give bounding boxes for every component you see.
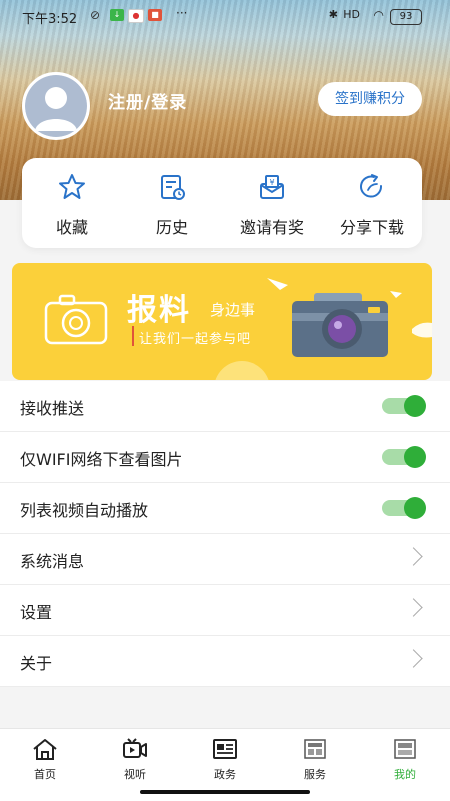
banner-slogan: 让我们一起参与吧 bbox=[139, 332, 252, 347]
banner-illustration bbox=[44, 278, 432, 380]
quick-action-label: 邀请有奖 bbox=[239, 218, 304, 237]
invite-icon: ¥ bbox=[260, 175, 284, 199]
quick-action-label: 历史 bbox=[155, 218, 188, 237]
chevron-right-icon bbox=[404, 598, 423, 617]
signal-label: HD bbox=[343, 8, 360, 21]
settings-list: 接收推送 仅WIFI网络下查看图片 列表视频自动播放 系统消息 设置 关于 bbox=[0, 381, 450, 687]
settings-row-label: 列表视频自动播放 bbox=[20, 501, 149, 520]
settings-row-push: 接收推送 bbox=[0, 381, 450, 432]
settings-row-label: 仅WIFI网络下查看图片 bbox=[20, 450, 183, 469]
mute-icon: ⊘ bbox=[89, 8, 101, 22]
status-bar: 下午3:52 ⊘ ↓ ● ■ ··· ✱ HD ◠ 93 bbox=[0, 0, 450, 32]
push-toggle[interactable] bbox=[382, 395, 426, 417]
settings-row-wifi-images: 仅WIFI网络下查看图片 bbox=[0, 432, 450, 483]
settings-row-settings[interactable]: 设置 bbox=[0, 585, 450, 636]
avatar[interactable] bbox=[22, 72, 90, 140]
chevron-right-icon bbox=[404, 649, 423, 668]
banner-subtitle: 身边事 bbox=[210, 301, 256, 319]
tab-home[interactable]: 首页 bbox=[0, 729, 90, 801]
quick-action-label: 分享下载 bbox=[339, 218, 404, 237]
quick-action-label: 收藏 bbox=[55, 218, 88, 237]
login-register-link[interactable]: 注册/登录 bbox=[108, 88, 187, 113]
download-icon: ↓ bbox=[110, 9, 124, 21]
tab-label: 视听 bbox=[124, 768, 146, 781]
chevron-right-icon bbox=[404, 547, 423, 566]
app-notification-icon: ● bbox=[128, 9, 144, 23]
settings-row-label: 系统消息 bbox=[20, 552, 85, 571]
home-indicator[interactable] bbox=[140, 790, 310, 794]
banner-title: 报料 bbox=[127, 293, 191, 328]
quick-action-invite[interactable]: ¥ 邀请有奖 bbox=[222, 158, 322, 248]
tab-mine[interactable]: 我的 bbox=[360, 729, 450, 801]
settings-row-about[interactable]: 关于 bbox=[0, 636, 450, 687]
settings-row-label: 接收推送 bbox=[20, 399, 85, 418]
signin-earn-points-button[interactable]: 签到赚积分 bbox=[318, 82, 422, 116]
autoplay-toggle[interactable] bbox=[382, 497, 426, 519]
tab-label: 首页 bbox=[34, 768, 56, 781]
user-silhouette-icon bbox=[25, 75, 87, 137]
history-icon bbox=[161, 175, 185, 200]
wifi-images-toggle[interactable] bbox=[382, 446, 426, 468]
share-icon bbox=[360, 174, 383, 198]
quick-actions-card: 收藏 历史 ¥ 邀请有奖 分享下载 bbox=[22, 158, 422, 248]
quick-action-history[interactable]: 历史 bbox=[122, 158, 222, 248]
settings-row-system-messages[interactable]: 系统消息 bbox=[0, 534, 450, 585]
video-icon bbox=[123, 738, 147, 758]
star-icon bbox=[59, 174, 85, 199]
report-news-banner[interactable]: 报料 身边事 让我们一起参与吧 bbox=[12, 263, 432, 380]
settings-row-autoplay: 列表视频自动播放 bbox=[0, 483, 450, 534]
more-notifications-icon: ··· bbox=[176, 6, 188, 20]
banner-accent-divider bbox=[132, 326, 134, 346]
wifi-icon: ◠ bbox=[373, 8, 384, 22]
status-time: 下午3:52 bbox=[22, 12, 78, 27]
service-icon bbox=[304, 739, 326, 759]
profile-icon bbox=[394, 739, 416, 759]
quick-action-favorites[interactable]: 收藏 bbox=[22, 158, 122, 248]
bluetooth-icon: ✱ bbox=[328, 8, 338, 21]
battery-icon: 93 bbox=[390, 9, 422, 25]
app-notification-icon-2: ■ bbox=[148, 9, 162, 21]
settings-row-label: 设置 bbox=[20, 603, 53, 622]
tab-label: 服务 bbox=[304, 768, 326, 781]
settings-row-label: 关于 bbox=[20, 654, 53, 673]
news-icon bbox=[213, 739, 237, 759]
home-icon bbox=[33, 739, 57, 760]
svg-text:¥: ¥ bbox=[269, 178, 274, 187]
quick-action-share[interactable]: 分享下载 bbox=[322, 158, 422, 248]
tab-label: 政务 bbox=[214, 768, 236, 781]
tab-label: 我的 bbox=[394, 768, 416, 781]
